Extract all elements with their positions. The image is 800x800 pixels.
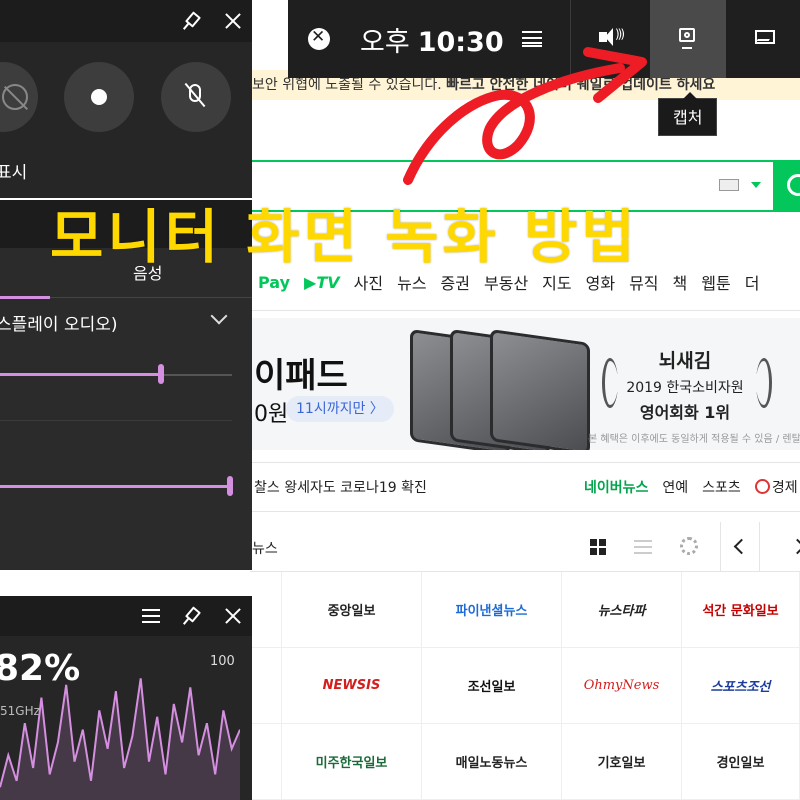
game-bar-toolbar: 오후10:30 — [288, 0, 800, 78]
pin-icon[interactable] — [184, 13, 200, 29]
app-volume-fill — [0, 485, 230, 488]
tab-economy[interactable]: 경제 — [754, 477, 798, 497]
tab-economy-label: 경제 — [771, 480, 798, 496]
notice-bold-text[interactable]: 빠르고 안전한 네이버 웨일로 업데이트 하세요 — [446, 77, 715, 93]
overlay-title: 모니터 화면 녹화 방법 — [50, 203, 639, 271]
widget-menu-icon[interactable] — [522, 31, 542, 47]
news-headline[interactable]: 찰스 왕세자도 코로나19 확진 — [254, 477, 427, 497]
record-icon — [91, 89, 107, 105]
press-cell[interactable]: 경인일보 — [682, 724, 800, 800]
close-icon[interactable] — [224, 607, 242, 625]
mic-off-icon — [189, 84, 201, 102]
capture-tooltip: 캡처 — [658, 92, 718, 136]
banner-time-pill[interactable]: 11시까지만 〉 — [286, 396, 394, 422]
speaker-icon — [599, 27, 623, 46]
news-tabs: 네이버뉴스 연예 스포츠 경제 — [584, 477, 798, 497]
press-cell[interactable]: 미주한국일보 — [282, 724, 422, 800]
press-cell[interactable] — [252, 724, 282, 800]
nav-item-webtoon[interactable]: 웹툰 — [701, 270, 730, 294]
divider — [0, 420, 232, 421]
press-cell[interactable]: OhmyNews — [562, 648, 682, 724]
chevron-left-icon[interactable] — [720, 522, 760, 572]
clock: 오후 10:30 — [360, 20, 504, 59]
gear-icon[interactable] — [680, 537, 698, 555]
xbox-logo-icon[interactable] — [308, 27, 330, 50]
nav-item-tv[interactable]: ▶TV — [304, 273, 340, 292]
award-badge: 뇌새김 2019 한국소비자원 영어회화 1위 — [610, 346, 760, 423]
chevron-down-icon[interactable] — [210, 307, 228, 325]
settings-sliders-icon[interactable] — [142, 608, 160, 624]
notice-text: 보안 위협에 노출될 수 있습니다. — [252, 77, 442, 93]
press-cell[interactable] — [252, 648, 282, 724]
nav-item-more[interactable]: 더 — [745, 270, 760, 294]
tab-naver-news[interactable]: 네이버뉴스 — [584, 477, 648, 497]
chevron-right-icon[interactable] — [790, 522, 800, 572]
cpu-usage-graph — [0, 678, 240, 800]
press-cell[interactable]: 뉴스타파 — [562, 572, 682, 648]
dropdown-arrow-icon[interactable] — [751, 182, 761, 188]
list-view-icon[interactable] — [634, 540, 652, 554]
banner-fineprint: 본 혜택은 이후에도 동일하게 적용될 수 있음 / 렌탈 — [588, 434, 800, 445]
grid-view-icon[interactable] — [590, 539, 606, 555]
clock-time: 10:30 — [417, 27, 504, 58]
screenshot-button[interactable] — [0, 62, 38, 132]
press-cell[interactable]: 매일노동뉴스 — [422, 724, 562, 800]
press-header: 뉴스 — [250, 522, 800, 572]
show-all-captures-link[interactable]: 표시 — [0, 158, 27, 183]
clock-ampm: 오후 — [360, 27, 410, 58]
press-cell[interactable]: 기호일보 — [562, 724, 682, 800]
press-cell[interactable] — [252, 572, 282, 648]
search-icon — [787, 174, 800, 196]
performance-monitor-icon — [755, 30, 775, 44]
screenshot-disabled-icon — [2, 84, 28, 110]
capture-icon — [679, 28, 695, 49]
system-volume-fill — [0, 373, 160, 376]
award-rank: 영어회화 1위 — [639, 403, 731, 422]
ad-banner[interactable]: 이패드 0원 11시까지만 〉 뇌새김 2019 한국소비자원 영어회화 1위 … — [250, 318, 800, 450]
tab-entertainment[interactable]: 연예 — [662, 477, 688, 497]
audio-device-label: 스플레이 오디오) — [0, 315, 118, 335]
divider — [250, 310, 800, 311]
performance-button[interactable] — [728, 0, 800, 78]
keyboard-icon[interactable] — [719, 179, 739, 191]
mic-toggle-button[interactable] — [161, 62, 231, 132]
press-header-label: 뉴스 — [252, 541, 278, 557]
economy-icon — [754, 479, 770, 494]
search-button[interactable] — [775, 160, 800, 212]
award-title: 뇌새김 — [658, 350, 712, 372]
nav-item-book[interactable]: 책 — [673, 270, 688, 294]
capture-widget: 표시 — [0, 0, 252, 198]
press-grid: 중앙일보 파이낸셜뉴스 뉴스타파 석간 문화일보 NEWSIS 조선일보 Ohm… — [252, 572, 800, 800]
capture-widget-titlebar[interactable] — [0, 0, 252, 42]
banner-price: 0원 — [254, 402, 289, 427]
tab-sports[interactable]: 스포츠 — [702, 477, 741, 497]
start-recording-button[interactable] — [64, 62, 134, 132]
performance-widget: 82% 51GHz 100 — [0, 596, 252, 800]
press-cell[interactable]: 석간 문화일보 — [682, 572, 800, 648]
performance-widget-titlebar[interactable] — [0, 596, 252, 636]
press-cell[interactable]: NEWSIS — [282, 648, 422, 724]
press-cell[interactable]: 조선일보 — [422, 648, 562, 724]
news-headline-row: 찰스 왕세자도 코로나19 확진 네이버뉴스 연예 스포츠 경제 — [250, 462, 800, 512]
banner-title: 이패드 — [254, 356, 348, 396]
system-volume-thumb[interactable] — [158, 364, 164, 384]
app-volume-thumb[interactable] — [227, 476, 233, 496]
capture-button[interactable] — [650, 0, 726, 78]
award-subtitle: 2019 한국소비자원 — [626, 380, 744, 396]
tablet-image — [490, 328, 590, 450]
nav-item-pay[interactable]: Pay — [258, 273, 290, 292]
divider — [570, 0, 571, 78]
audio-device-select[interactable]: 스플레이 오디오) — [0, 298, 252, 348]
audio-button[interactable] — [572, 0, 648, 78]
pin-icon[interactable] — [184, 608, 200, 624]
press-cell[interactable]: 중앙일보 — [282, 572, 422, 648]
close-icon[interactable] — [224, 12, 242, 30]
press-cell[interactable]: 스포츠조선 — [682, 648, 800, 724]
press-cell[interactable]: 파이낸셜뉴스 — [422, 572, 562, 648]
